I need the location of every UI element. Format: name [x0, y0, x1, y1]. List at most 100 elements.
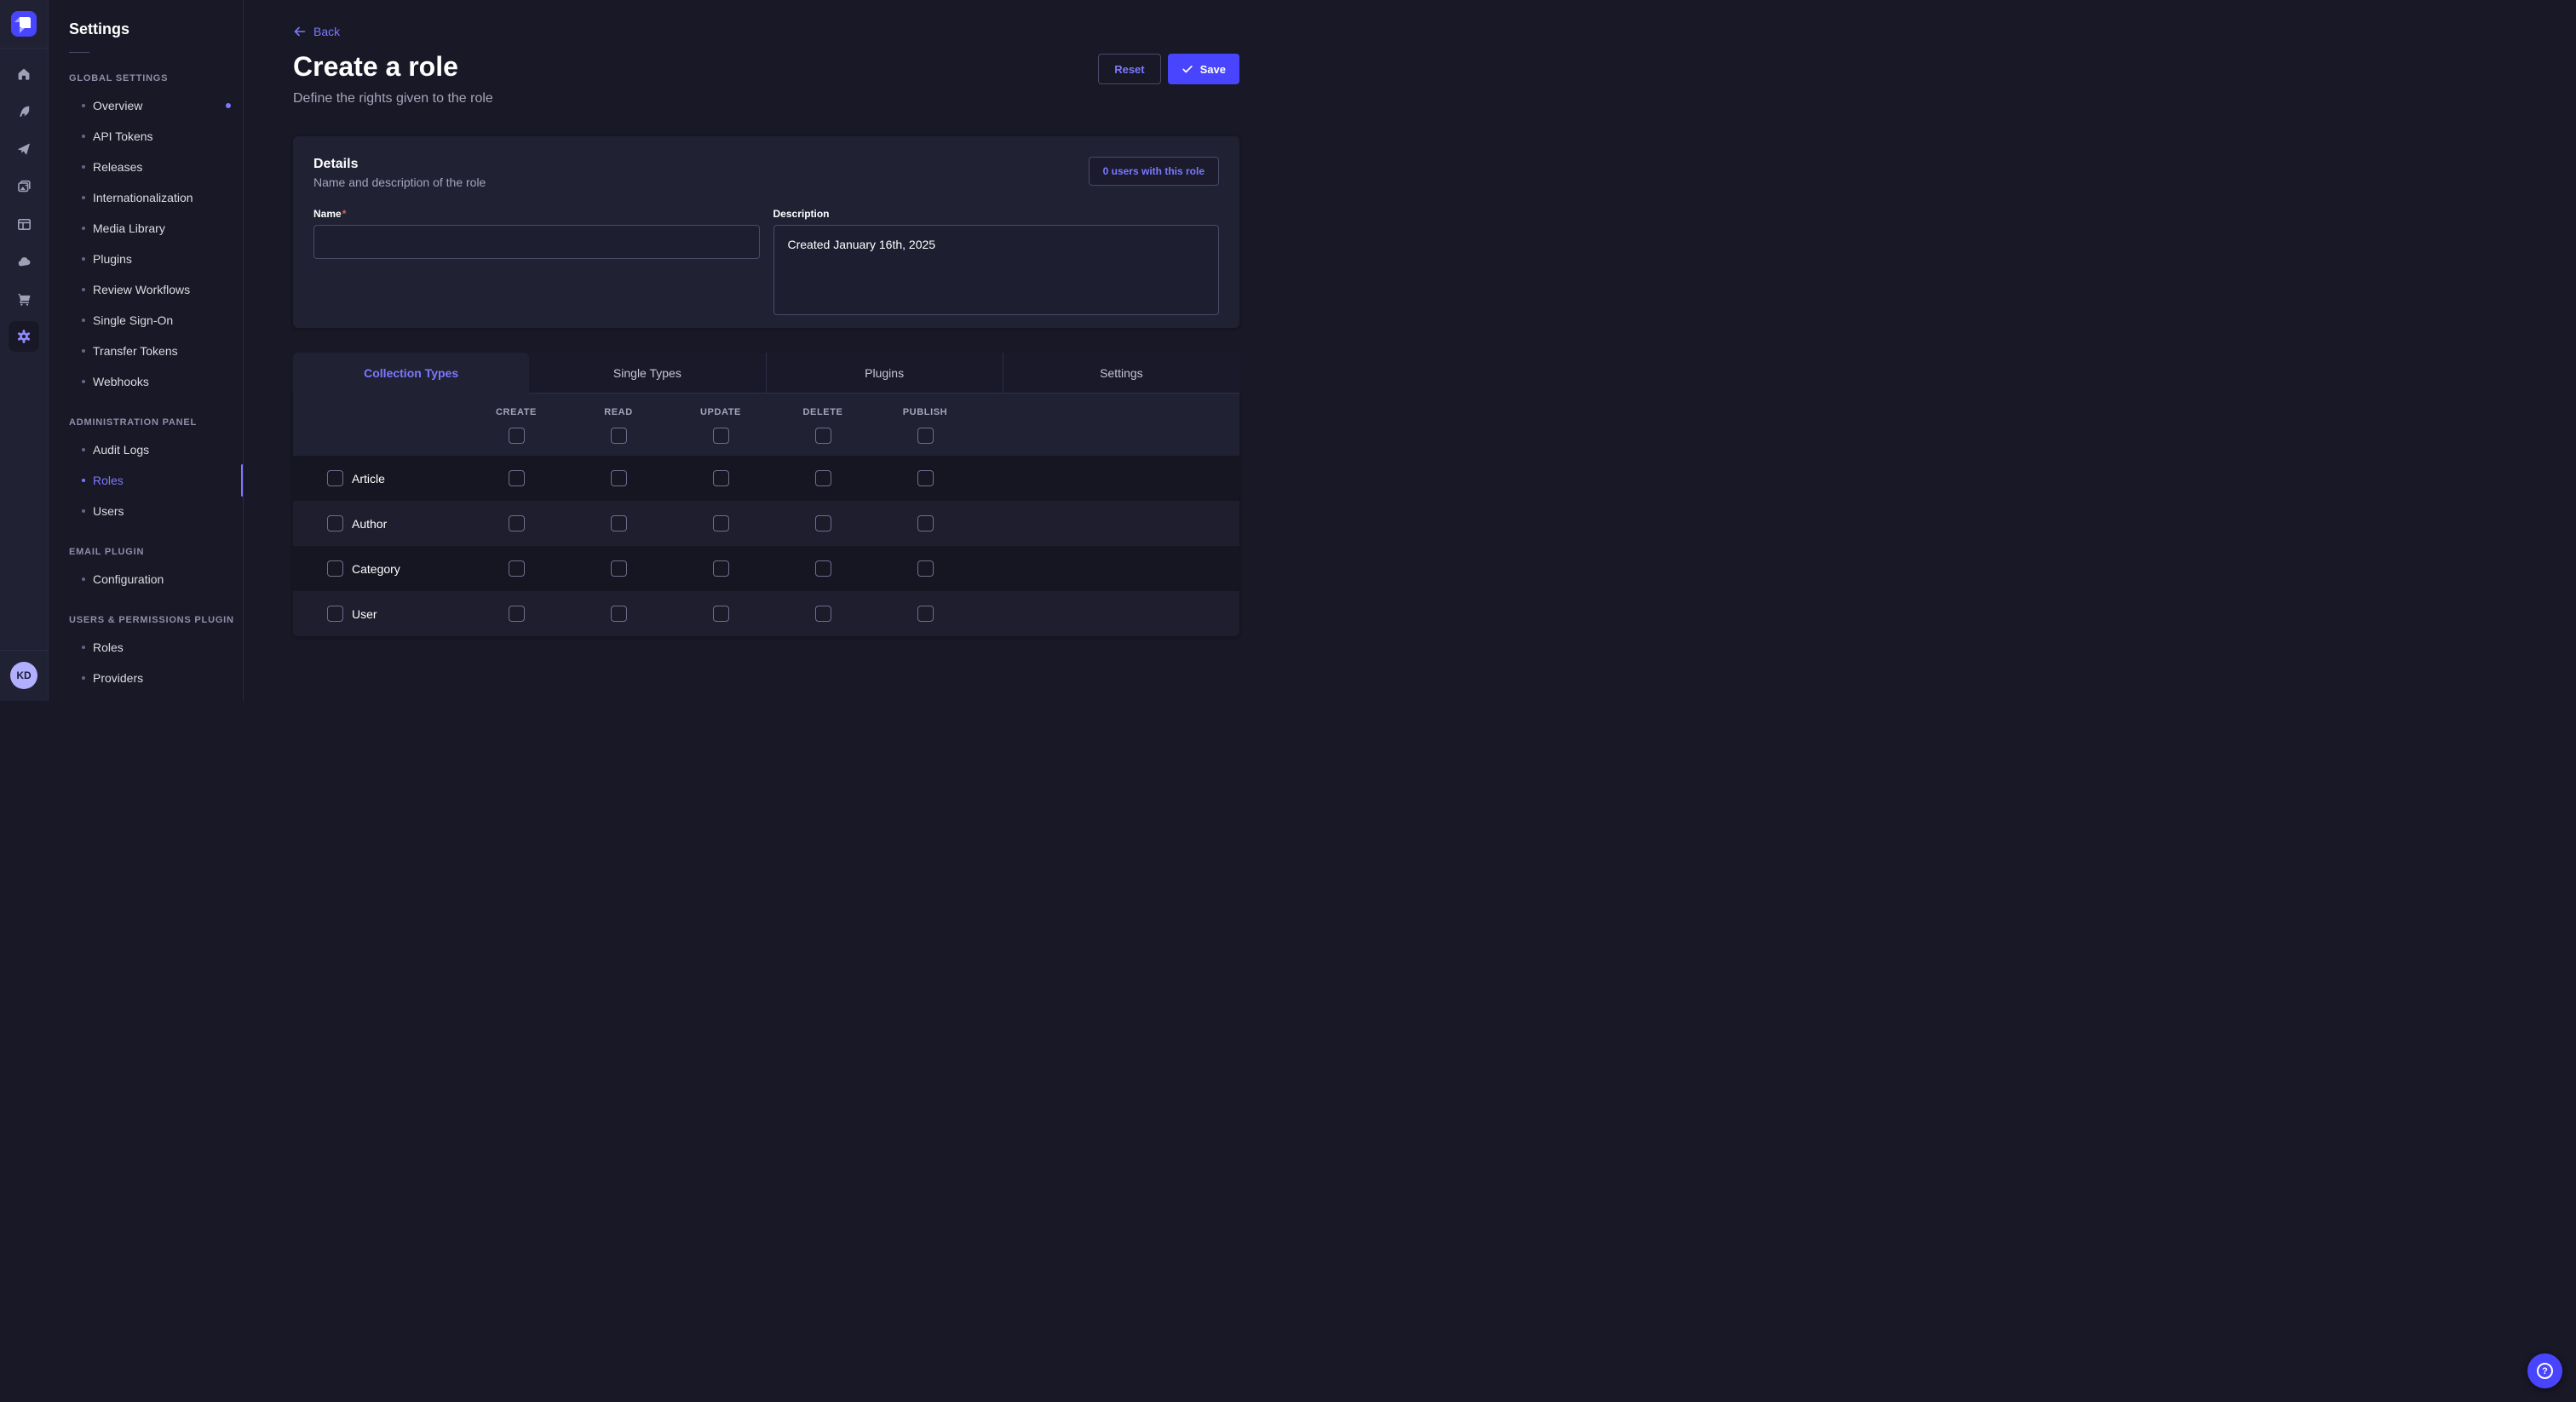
user-publish-checkbox[interactable] [917, 606, 934, 622]
rail-icon-list [9, 59, 39, 352]
sidebar-item-review-workflows[interactable]: Review Workflows [49, 274, 243, 305]
rail-bottom: KD [0, 650, 48, 701]
user-create-checkbox[interactable] [509, 606, 525, 622]
rail-item-deploy[interactable] [9, 134, 39, 164]
permissions-header: CREATE READ UPDATE DELETE PUBLISH [293, 394, 1239, 456]
sidebar-item-internationalization[interactable]: Internationalization [49, 182, 243, 213]
user-row-checkbox[interactable] [327, 606, 343, 622]
author-publish-checkbox[interactable] [917, 515, 934, 531]
category-publish-checkbox[interactable] [917, 560, 934, 577]
author-row-checkbox[interactable] [327, 515, 343, 531]
user-update-checkbox[interactable] [713, 606, 729, 622]
article-read-checkbox[interactable] [611, 470, 627, 486]
description-textarea[interactable]: Created January 16th, 2025 [773, 225, 1220, 315]
select-all-delete-checkbox[interactable] [815, 428, 831, 444]
user-delete-checkbox[interactable] [815, 606, 831, 622]
column-header-delete: DELETE [772, 407, 874, 417]
table-row-author: Author [293, 501, 1239, 546]
sidebar-item-roles-up[interactable]: Roles [49, 632, 243, 663]
arrow-left-icon [293, 25, 307, 38]
sidebar-item-users[interactable]: Users [49, 496, 243, 526]
reset-button[interactable]: Reset [1098, 54, 1160, 84]
article-create-checkbox[interactable] [509, 470, 525, 486]
name-label: Name* [313, 208, 760, 220]
cloud-icon [17, 255, 32, 269]
category-row-checkbox[interactable] [327, 560, 343, 577]
name-input[interactable] [313, 225, 760, 259]
settings-subnav: Settings GLOBAL SETTINGS Overview API To… [49, 0, 244, 701]
author-delete-checkbox[interactable] [815, 515, 831, 531]
administration-panel-list: Audit Logs Roles Users [49, 434, 243, 526]
required-asterisk: * [342, 208, 347, 220]
rail-item-marketplace[interactable] [9, 284, 39, 314]
category-update-checkbox[interactable] [713, 560, 729, 577]
article-delete-checkbox[interactable] [815, 470, 831, 486]
bullet-icon [82, 196, 85, 199]
sidebar-item-plugins[interactable]: Plugins [49, 244, 243, 274]
bullet-icon [82, 135, 85, 138]
article-row-checkbox[interactable] [327, 470, 343, 486]
rail-item-content-type-builder[interactable] [9, 96, 39, 127]
select-all-update-checkbox[interactable] [713, 428, 729, 444]
select-all-publish-checkbox[interactable] [917, 428, 934, 444]
subnav-divider [69, 52, 89, 53]
rail-item-home[interactable] [9, 59, 39, 89]
bullet-icon [82, 227, 85, 230]
table-row-article: Article [293, 456, 1239, 501]
rail-item-cloud[interactable] [9, 246, 39, 277]
media-library-icon [17, 180, 32, 194]
category-read-checkbox[interactable] [611, 560, 627, 577]
main-nav-rail: KD [0, 0, 49, 701]
sidebar-item-roles-admin[interactable]: Roles [49, 465, 243, 496]
sidebar-item-audit-logs[interactable]: Audit Logs [49, 434, 243, 465]
sidebar-item-webhooks[interactable]: Webhooks [49, 366, 243, 397]
section-users-permissions-plugin: USERS & PERMISSIONS PLUGIN [49, 615, 243, 625]
select-all-read-checkbox[interactable] [611, 428, 627, 444]
table-row-user: User [293, 591, 1239, 636]
author-create-checkbox[interactable] [509, 515, 525, 531]
sidebar-item-providers[interactable]: Providers [49, 663, 243, 693]
bullet-icon [82, 577, 85, 581]
sidebar-item-configuration[interactable]: Configuration [49, 564, 243, 595]
bullet-icon [82, 319, 85, 322]
sidebar-item-transfer-tokens[interactable]: Transfer Tokens [49, 336, 243, 366]
select-all-create-checkbox[interactable] [509, 428, 525, 444]
tab-settings[interactable]: Settings [1003, 353, 1239, 394]
category-delete-checkbox[interactable] [815, 560, 831, 577]
rail-item-media-library[interactable] [9, 171, 39, 202]
page-title: Create a role [293, 50, 458, 83]
rail-item-settings[interactable] [9, 321, 39, 352]
avatar[interactable]: KD [10, 662, 37, 689]
save-button[interactable]: Save [1168, 54, 1239, 84]
user-read-checkbox[interactable] [611, 606, 627, 622]
category-create-checkbox[interactable] [509, 560, 525, 577]
details-card: Details Name and description of the role… [293, 136, 1239, 328]
tab-collection-types[interactable]: Collection Types [293, 353, 529, 394]
bullet-icon [82, 257, 85, 261]
users-permissions-list: Roles Providers [49, 632, 243, 693]
back-link[interactable]: Back [293, 23, 340, 40]
author-read-checkbox[interactable] [611, 515, 627, 531]
tab-plugins[interactable]: Plugins [766, 353, 1003, 394]
sidebar-item-media-library[interactable]: Media Library [49, 213, 243, 244]
author-update-checkbox[interactable] [713, 515, 729, 531]
home-icon [17, 67, 31, 81]
help-button[interactable]: ? [2527, 1353, 2562, 1388]
rail-item-content-manager[interactable] [9, 209, 39, 239]
sidebar-item-overview[interactable]: Overview [49, 90, 243, 121]
bullet-icon [82, 288, 85, 291]
sidebar-item-api-tokens[interactable]: API Tokens [49, 121, 243, 152]
sidebar-item-releases[interactable]: Releases [49, 152, 243, 182]
column-header-create: CREATE [465, 407, 567, 417]
users-with-role-button[interactable]: 0 users with this role [1089, 157, 1219, 186]
name-field-group: Name* [313, 208, 760, 319]
sidebar-item-single-sign-on[interactable]: Single Sign-On [49, 305, 243, 336]
permissions-tabs: Collection Types Single Types Plugins Se… [293, 353, 1239, 394]
details-subtitle: Name and description of the role [313, 175, 1219, 189]
article-update-checkbox[interactable] [713, 470, 729, 486]
logo-button[interactable] [0, 0, 48, 49]
tab-single-types[interactable]: Single Types [529, 353, 765, 394]
article-publish-checkbox[interactable] [917, 470, 934, 486]
column-header-read: READ [567, 407, 670, 417]
email-plugin-list: Configuration [49, 564, 243, 595]
